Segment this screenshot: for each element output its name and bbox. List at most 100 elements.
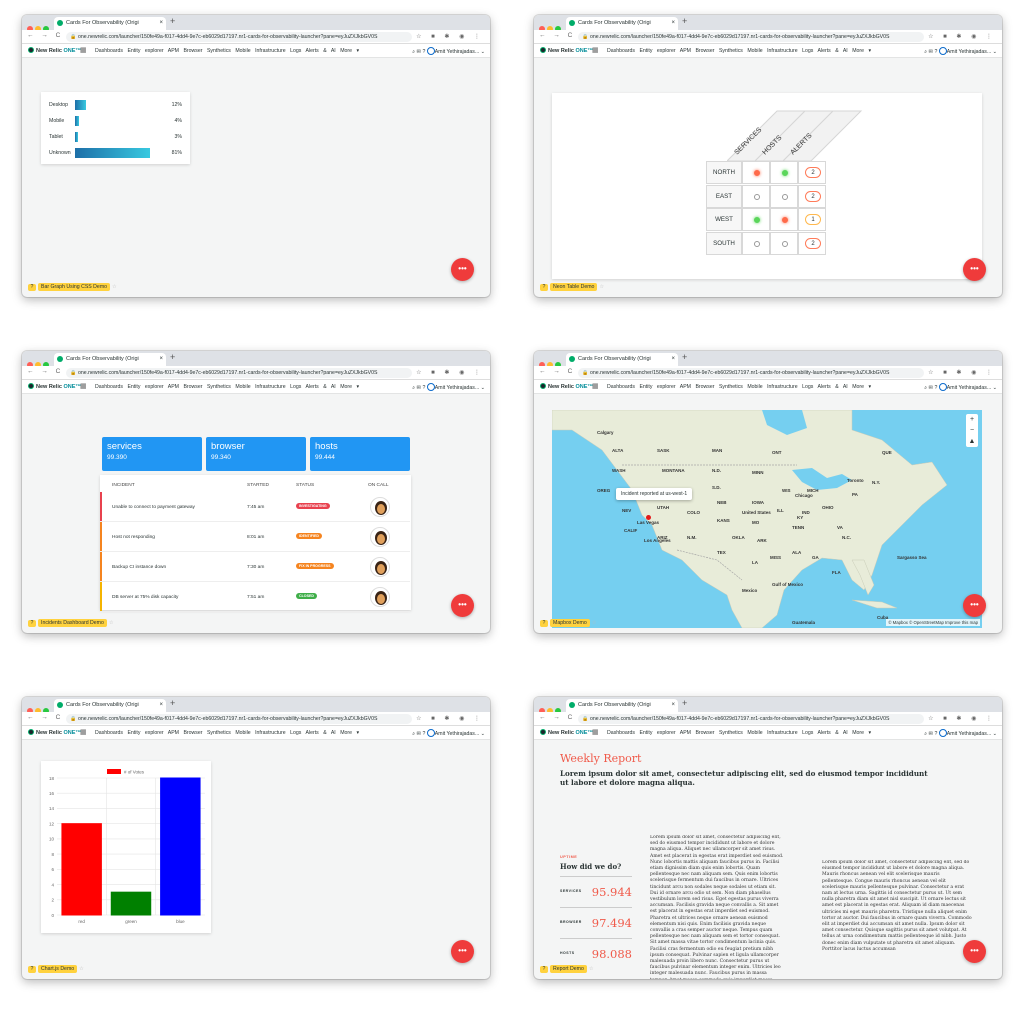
- incident-name[interactable]: DB server at 75% disk capacity: [112, 595, 178, 600]
- help-icon[interactable]: ?: [28, 620, 36, 627]
- extension-icons[interactable]: ☆ ■ ✱ ◉ ⋮: [928, 715, 996, 722]
- url-field[interactable]: 🔒 one.newrelic.com/launcher/150fe49a-f01…: [578, 32, 924, 42]
- nav-item[interactable]: Logs: [802, 730, 813, 736]
- nav-item[interactable]: APM: [168, 48, 179, 54]
- close-tab-icon[interactable]: ×: [671, 699, 675, 712]
- nav-item[interactable]: APM: [168, 730, 179, 736]
- navigation-buttons[interactable]: ← → C: [27, 714, 63, 721]
- help-icon[interactable]: ?: [422, 731, 425, 737]
- nav-item[interactable]: More ▾: [852, 48, 871, 54]
- user-avatar[interactable]: [938, 729, 947, 737]
- nav-item[interactable]: Dashboards: [607, 384, 635, 390]
- apps-grid-icon[interactable]: ▦: [80, 46, 87, 54]
- apps-grid-icon[interactable]: ▦: [80, 382, 87, 390]
- browser-tab[interactable]: Cards For Observability (Origi ×: [566, 699, 678, 712]
- feedback-icon[interactable]: ✉: [929, 731, 933, 737]
- help-icon[interactable]: ?: [934, 731, 937, 737]
- incident-name[interactable]: Unable to connect to payment gateway: [112, 505, 195, 510]
- user-area[interactable]: ⌕ ✉ ? Amit Yethirajadas... ⌄: [412, 729, 485, 738]
- help-icon[interactable]: ?: [540, 284, 548, 291]
- more-actions-button[interactable]: •••: [451, 258, 474, 281]
- newrelic-logo[interactable]: New Relic ONE™: [28, 729, 81, 736]
- user-avatar[interactable]: [426, 383, 435, 391]
- compass-icon[interactable]: ▲: [966, 436, 978, 447]
- help-icon[interactable]: ?: [934, 49, 937, 55]
- nav-item[interactable]: Synthetics: [719, 48, 743, 54]
- user-area[interactable]: ⌕ ✉ ? Amit Yethirajadas... ⌄: [412, 47, 485, 56]
- main-nav[interactable]: Dashboards Entity explorer APM Browser S…: [607, 730, 871, 736]
- zoom-in-button[interactable]: +: [966, 414, 978, 425]
- nav-item[interactable]: Synthetics: [719, 384, 743, 390]
- nav-item[interactable]: Infrastructure: [767, 730, 798, 736]
- nav-item[interactable]: Dashboards: [607, 730, 635, 736]
- search-icon[interactable]: ⌕: [412, 385, 415, 391]
- nav-item[interactable]: Synthetics: [207, 384, 231, 390]
- nav-item[interactable]: Infrastructure: [255, 730, 286, 736]
- map-zoom-controls[interactable]: + − ▲: [966, 414, 978, 447]
- nav-item[interactable]: Browser: [183, 730, 202, 736]
- newrelic-logo[interactable]: New Relic ONE™: [28, 47, 81, 54]
- nav-item[interactable]: Infrastructure: [255, 48, 286, 54]
- navigation-buttons[interactable]: ← → C: [539, 32, 575, 39]
- url-field[interactable]: 🔒 one.newrelic.com/launcher/150fe49a-f01…: [578, 368, 924, 378]
- help-icon[interactable]: ?: [28, 284, 36, 291]
- main-nav[interactable]: Dashboards Entity explorer APM Browser S…: [95, 48, 359, 54]
- browser-tab[interactable]: Cards For Observability (Origi ×: [566, 17, 678, 30]
- feedback-icon[interactable]: ✉: [929, 49, 933, 55]
- url-field[interactable]: 🔒 one.newrelic.com/launcher/150fe49a-f01…: [578, 714, 924, 724]
- favorite-star-icon[interactable]: ☆: [79, 966, 84, 972]
- on-call-avatar[interactable]: [370, 527, 390, 547]
- demo-label[interactable]: Incidents Dashboard Demo: [38, 619, 107, 627]
- user-avatar[interactable]: [938, 47, 947, 55]
- nav-item[interactable]: Logs: [802, 48, 813, 54]
- browser-tab[interactable]: Cards For Observability (Origi ×: [54, 699, 166, 712]
- navigation-buttons[interactable]: ← → C: [539, 368, 575, 375]
- nav-item[interactable]: Entity explorer: [127, 48, 163, 54]
- favorite-star-icon[interactable]: ☆: [592, 620, 597, 626]
- table-row[interactable]: Unable to connect to payment gateway 7:45…: [100, 492, 410, 522]
- favorite-star-icon[interactable]: ☆: [109, 620, 114, 626]
- extension-icons[interactable]: ☆ ■ ✱ ◉ ⋮: [928, 33, 996, 40]
- nav-item[interactable]: APM: [680, 384, 691, 390]
- apps-grid-icon[interactable]: ▦: [592, 382, 599, 390]
- user-area[interactable]: ⌕ ✉ ? Amit Yethirajadas... ⌄: [924, 47, 997, 56]
- extension-icons[interactable]: ☆ ■ ✱ ◉ ⋮: [416, 369, 484, 376]
- on-call-avatar[interactable]: [370, 557, 390, 577]
- nav-item[interactable]: APM: [168, 384, 179, 390]
- new-tab-button[interactable]: +: [170, 698, 175, 708]
- search-icon[interactable]: ⌕: [924, 49, 927, 55]
- nav-item[interactable]: Browser: [695, 384, 714, 390]
- demo-label[interactable]: Bar Graph Using CSS Demo: [38, 283, 111, 291]
- nav-item[interactable]: Dashboards: [95, 48, 123, 54]
- search-icon[interactable]: ⌕: [924, 385, 927, 391]
- alert-count-badge[interactable]: 1: [805, 214, 821, 225]
- extension-icons[interactable]: ☆ ■ ✱ ◉ ⋮: [416, 33, 484, 40]
- browser-tab[interactable]: Cards For Observability (Origi ×: [566, 353, 678, 366]
- user-avatar[interactable]: [426, 47, 435, 55]
- search-icon[interactable]: ⌕: [924, 731, 927, 737]
- kpi-card[interactable]: hosts 99.444: [310, 437, 410, 471]
- browser-tab[interactable]: Cards For Observability (Origi ×: [54, 17, 166, 30]
- zoom-out-button[interactable]: −: [966, 425, 978, 436]
- url-field[interactable]: 🔒 one.newrelic.com/launcher/150fe49a-f01…: [66, 32, 412, 42]
- nav-item[interactable]: Browser: [183, 384, 202, 390]
- url-field[interactable]: 🔒 one.newrelic.com/launcher/150fe49a-f01…: [66, 714, 412, 724]
- alert-count-badge[interactable]: 2: [805, 167, 821, 178]
- help-icon[interactable]: ?: [540, 620, 548, 627]
- nav-item[interactable]: More ▾: [852, 730, 871, 736]
- nav-item[interactable]: Browser: [183, 48, 202, 54]
- nav-item[interactable]: Logs: [802, 384, 813, 390]
- main-nav[interactable]: Dashboards Entity explorer APM Browser S…: [607, 48, 871, 54]
- incident-name[interactable]: Host not responding: [112, 535, 155, 540]
- close-tab-icon[interactable]: ×: [671, 353, 675, 366]
- nav-item[interactable]: Logs: [290, 730, 301, 736]
- search-icon[interactable]: ⌕: [412, 731, 415, 737]
- newrelic-logo[interactable]: New Relic ONE™: [540, 729, 593, 736]
- nav-item[interactable]: Alerts & AI: [306, 48, 336, 54]
- nav-item[interactable]: Dashboards: [95, 384, 123, 390]
- main-nav[interactable]: Dashboards Entity explorer APM Browser S…: [95, 730, 359, 736]
- newrelic-logo[interactable]: New Relic ONE™: [540, 383, 593, 390]
- feedback-icon[interactable]: ✉: [929, 385, 933, 391]
- search-icon[interactable]: ⌕: [412, 49, 415, 55]
- help-icon[interactable]: ?: [422, 385, 425, 391]
